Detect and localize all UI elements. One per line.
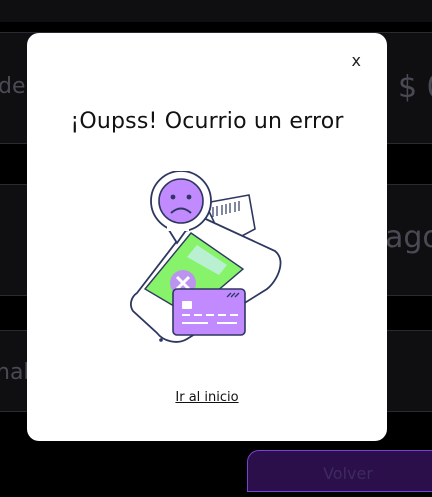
modal-overlay: x ¡Oupss! Ocurrio un error Ir al inicio: [0, 0, 432, 477]
payment-error-illustration: [130, 171, 282, 343]
credit-card-icon: [172, 288, 246, 336]
error-modal: x ¡Oupss! Ocurrio un error Ir al inicio: [27, 33, 387, 441]
close-button[interactable]: x: [352, 51, 361, 71]
go-home-link[interactable]: Ir al inicio: [27, 390, 387, 405]
error-title: ¡Oupss! Ocurrio un error: [70, 109, 344, 134]
